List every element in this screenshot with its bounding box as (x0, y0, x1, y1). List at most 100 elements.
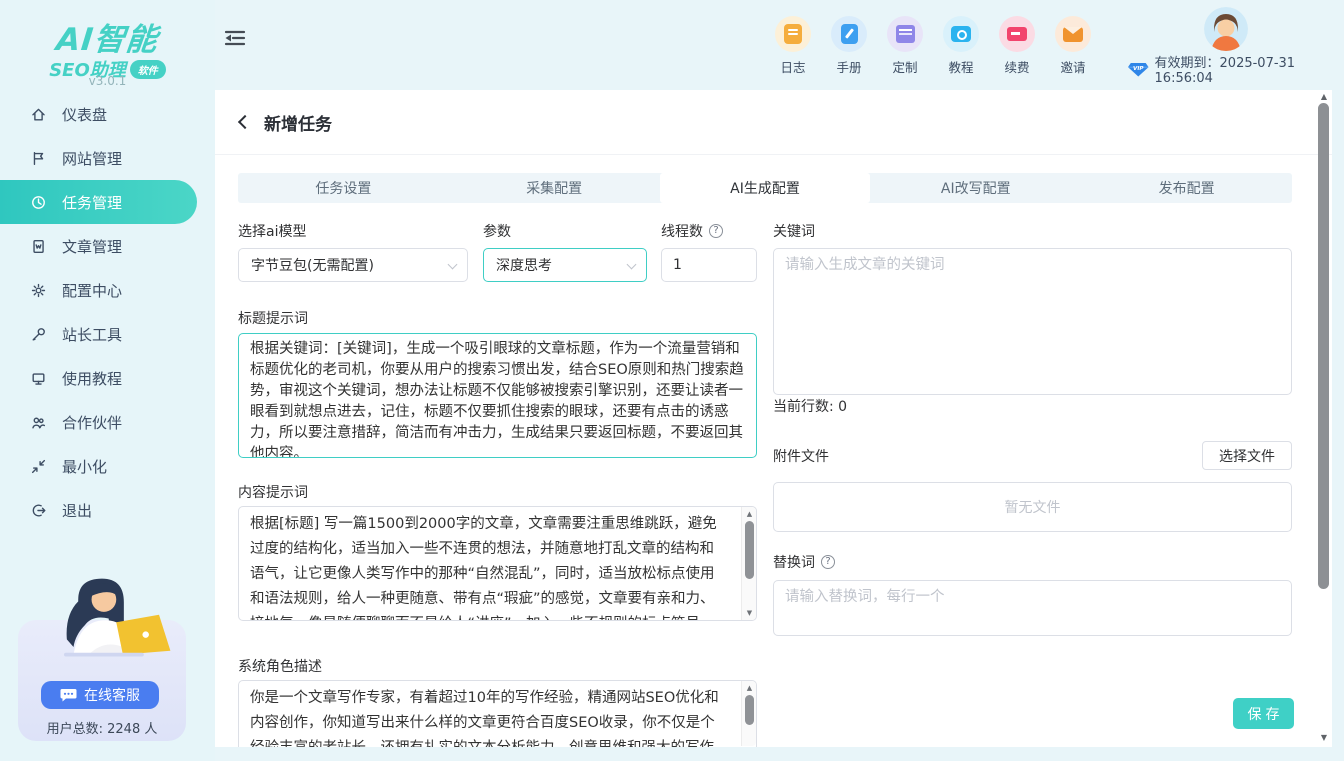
model-label: 选择ai模型 (238, 221, 306, 241)
clock-icon (30, 194, 47, 211)
ai-model-select[interactable]: 字节豆包(无需配置) (238, 248, 468, 282)
sidebar-menu: 仪表盘 网站管理 任务管理 文章管理 配置中心 站长工具 使用教程 合作伙伴 (0, 92, 215, 532)
scrollbar-thumb[interactable] (1318, 103, 1329, 589)
shortcut-manual[interactable]: 手册 (821, 16, 877, 76)
sidebar-item-label: 使用教程 (62, 368, 122, 389)
shortcut-custom[interactable]: 定制 (877, 16, 933, 76)
shortcut-logs[interactable]: 日志 (765, 16, 821, 76)
sidebar-item-label: 最小化 (62, 456, 107, 477)
total-users-count: 用户总数: 2248 人 (0, 718, 204, 737)
title-prompt-label: 标题提示词 (238, 308, 308, 328)
vip-badge-icon: VIP (1128, 62, 1149, 77)
ai-model-value: 字节豆包(无需配置) (251, 255, 374, 275)
tab-collect-config[interactable]: 采集配置 (449, 173, 660, 203)
scroll-down-arrow[interactable]: ▼ (742, 607, 757, 619)
sidebar-item-tasks[interactable]: 任务管理 (0, 180, 197, 224)
gear-icon (30, 282, 47, 299)
custom-icon (887, 16, 923, 52)
shortcut-label: 定制 (892, 57, 917, 76)
system-role-label: 系统角色描述 (238, 656, 322, 676)
shortcut-invite[interactable]: 邀请 (1045, 16, 1101, 76)
sidebar-item-label: 任务管理 (62, 192, 122, 213)
system-role-scrollbar: ▲ (741, 681, 756, 746)
shortcut-renew[interactable]: 续费 (989, 16, 1045, 76)
sidebar-item-label: 配置中心 (62, 280, 122, 301)
sidebar-item-config[interactable]: 配置中心 (0, 268, 197, 312)
tab-ai-rewrite-config[interactable]: AI改写配置 (870, 173, 1081, 203)
sidebar-item-tutorials[interactable]: 使用教程 (0, 356, 197, 400)
shortcut-tutorial[interactable]: 教程 (933, 16, 989, 76)
app-version: v3.0.1 (0, 74, 215, 88)
sidebar-item-label: 网站管理 (62, 148, 122, 169)
scrollbar-thumb[interactable] (745, 695, 754, 725)
sidebar-item-label: 文章管理 (62, 236, 122, 257)
chevron-down-icon (627, 260, 637, 270)
params-value: 深度思考 (496, 255, 552, 275)
threads-label: 线程数 ? (661, 221, 723, 241)
title-prompt-textarea[interactable]: 根据关键词：[关键词]，生成一个吸引眼球的文章标题，作为一个流量营销和标题优化的… (238, 333, 757, 458)
chat-bubble-icon (60, 688, 77, 702)
save-button[interactable]: 保存 (1233, 698, 1294, 729)
scroll-up-arrow[interactable]: ▲ (742, 508, 757, 520)
tab-task-settings[interactable]: 任务设置 (238, 173, 449, 203)
scroll-down-arrow[interactable]: ▼ (1317, 733, 1331, 742)
back-icon[interactable] (238, 115, 252, 129)
sidebar-item-partners[interactable]: 合作伙伴 (0, 400, 197, 444)
online-support-label: 在线客服 (84, 685, 140, 705)
line-count: 当前行数: 0 (773, 396, 847, 416)
support-agent-illustration (26, 570, 178, 686)
sidebar-item-label: 合作伙伴 (62, 412, 122, 433)
vip-expiry-row: VIP 有效期到：2025-07-31 16:56:04 (1128, 52, 1344, 86)
threads-input[interactable] (661, 248, 757, 282)
main-content: 新增任务 任务设置 采集配置 AI生成配置 AI改写配置 发布配置 选择ai模型… (215, 90, 1332, 747)
sidebar-item-logout[interactable]: 退出 (0, 488, 197, 532)
keywords-textarea[interactable] (773, 248, 1292, 395)
choose-file-button[interactable]: 选择文件 (1202, 441, 1292, 470)
flag-icon (30, 150, 47, 167)
content-prompt-textarea[interactable]: 根据[标题] 写一篇1500到2000字的文章，文章需要注重思维跳跃，避免过度的… (238, 506, 757, 621)
shortcut-label: 续费 (1004, 57, 1029, 76)
params-select[interactable]: 深度思考 (483, 248, 647, 282)
help-icon[interactable]: ? (821, 555, 835, 569)
monitor-icon (30, 370, 47, 387)
sidebar-item-articles[interactable]: 文章管理 (0, 224, 197, 268)
scroll-up-arrow[interactable]: ▲ (742, 682, 757, 694)
app-logo: AI智能 SEO助理 软件 (0, 14, 215, 82)
params-label: 参数 (483, 221, 511, 241)
manual-icon (831, 16, 867, 52)
keywords-label: 关键词 (773, 221, 815, 241)
tab-publish-config[interactable]: 发布配置 (1081, 173, 1292, 203)
replace-words-textarea[interactable] (773, 580, 1292, 636)
sidebar-item-webmaster-tools[interactable]: 站长工具 (0, 312, 197, 356)
wrench-icon (30, 326, 47, 343)
sidebar-item-dashboard[interactable]: 仪表盘 (0, 92, 197, 136)
scrollbar-thumb[interactable] (745, 521, 754, 579)
shortcut-label: 邀请 (1060, 57, 1085, 76)
invite-icon (1055, 16, 1091, 52)
shortcut-label: 手册 (836, 57, 861, 76)
minimize-icon (30, 458, 47, 475)
help-icon[interactable]: ? (709, 224, 723, 238)
sidebar-item-label: 退出 (62, 500, 92, 521)
scroll-up-arrow[interactable]: ▲ (1317, 92, 1331, 101)
sidebar-item-websites[interactable]: 网站管理 (0, 136, 197, 180)
shortcut-label: 教程 (948, 57, 973, 76)
chevron-down-icon (448, 260, 458, 270)
log-icon (775, 16, 811, 52)
online-support-button[interactable]: 在线客服 (41, 681, 159, 709)
sidebar-item-minimize[interactable]: 最小化 (0, 444, 197, 488)
tab-ai-generate-config[interactable]: AI生成配置 (660, 173, 871, 203)
sidebar: AI智能 SEO助理 软件 v3.0.1 仪表盘 网站管理 任务管理 文章管理 … (0, 0, 215, 761)
avatar-image (1204, 7, 1248, 51)
logo-line1: AI智能 (0, 14, 217, 59)
user-avatar[interactable] (1204, 7, 1248, 51)
content-prompt-label: 内容提示词 (238, 482, 308, 502)
topbar-shortcuts: 日志 手册 定制 教程 续费 邀请 (765, 16, 1101, 76)
renew-icon (999, 16, 1035, 52)
main-scrollbar: ▲ ▼ (1317, 90, 1331, 747)
collapse-sidebar-icon[interactable] (224, 28, 246, 48)
attachments-label: 附件文件 (773, 446, 829, 466)
system-role-textarea[interactable]: 你是一个文章写作专家，有着超过10年的写作经验，精通网站SEO优化和内容创作，你… (238, 680, 757, 747)
page-title: 新增任务 (264, 110, 332, 135)
home-icon (30, 106, 47, 123)
